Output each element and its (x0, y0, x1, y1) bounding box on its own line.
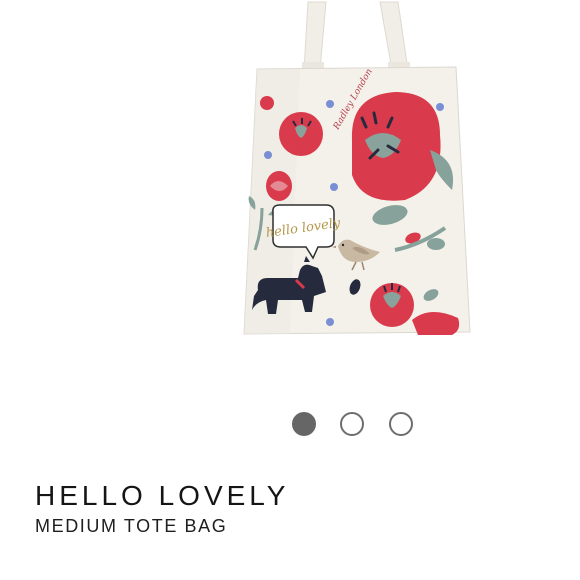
pager-dot-2[interactable] (340, 412, 364, 436)
pager-dot-1[interactable] (292, 412, 316, 436)
product-title: HELLO LOVELY (35, 480, 290, 511)
bag-handle-left (303, 1, 327, 71)
image-pager (0, 408, 580, 440)
product-subtitle: MEDIUM TOTE BAG (35, 516, 228, 536)
product-image[interactable]: Radley London hello lovely (0, 0, 580, 400)
tote-bag-illustration: Radley London hello lovely (243, 1, 471, 335)
small-red-dot (260, 96, 274, 110)
pager-dot-3[interactable] (389, 412, 413, 436)
bag-handle-right (379, 1, 409, 71)
poppy-left (279, 112, 323, 156)
